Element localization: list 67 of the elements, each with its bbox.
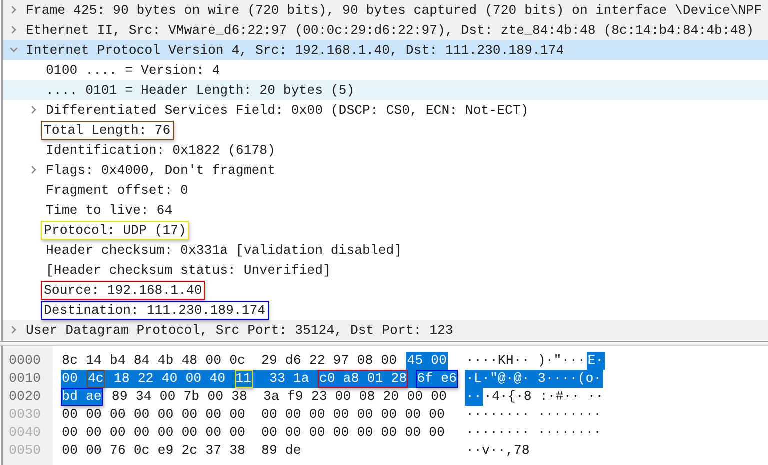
hex-bytes: 18 22 40 00 40 bbox=[112, 370, 227, 388]
tree-row[interactable]: Flags: 0x4000, Don't fragment bbox=[3, 160, 768, 180]
hex-bytes: 00 bbox=[61, 370, 79, 388]
offset-label: 0050 bbox=[9, 442, 42, 460]
hex-bytes: 33 1a bbox=[268, 370, 310, 388]
selection-highlight bbox=[408, 370, 416, 388]
tree-row[interactable]: 0100 .... = Version: 4 bbox=[3, 60, 768, 80]
tree-row[interactable]: Fragment offset: 0 bbox=[3, 180, 768, 200]
tree-row[interactable]: Internet Protocol Version 4, Src: 192.168.1.40, Dst: 111.230.189.174 bbox=[3, 40, 768, 60]
field-label: .... 0101 = Header Length: 20 bytes (5) bbox=[45, 82, 356, 100]
tree-row[interactable]: Time to live: 64 bbox=[3, 200, 768, 220]
hex-bytes: 11 bbox=[234, 370, 253, 388]
field-label: Flags: 0x4000, Don't fragment bbox=[45, 162, 276, 180]
field-label: Source: 192.168.1.40 bbox=[41, 280, 206, 300]
ascii-text: ········ ········ bbox=[465, 424, 603, 442]
field-label: 0100 .... = Version: 4 bbox=[45, 62, 222, 80]
field-label: Time to live: 64 bbox=[45, 202, 174, 220]
tree-row[interactable]: .... 0101 = Header Length: 20 bytes (5) bbox=[3, 80, 768, 100]
field-label: Differentiated Services Field: 0x00 (DSCP: CS0, ECN: Not-ECT) bbox=[45, 102, 530, 120]
ascii-text: E· bbox=[586, 352, 605, 370]
hex-bytes: 00 00 76 0c e9 2c 37 38 89 de bbox=[61, 442, 302, 460]
tree-row[interactable]: Protocol: UDP (17) bbox=[3, 220, 768, 240]
ascii-text: ·L·"@·@· 3····(o· bbox=[465, 370, 603, 388]
chevron-right-icon[interactable] bbox=[10, 6, 18, 14]
field-label: Destination: 111.230.189.174 bbox=[41, 300, 269, 320]
hex-bytes: 6f e6 bbox=[416, 370, 458, 388]
field-label: Header checksum: 0x331a [validation disabled] bbox=[45, 242, 404, 260]
tree-row[interactable]: Differentiated Services Field: 0x00 (DSCP: CS0, ECN: Not-ECT) bbox=[3, 100, 768, 120]
tree-row[interactable]: Identification: 0x1822 (6178) bbox=[3, 140, 768, 160]
ascii-text: ········ ········ bbox=[465, 406, 603, 424]
offset-label: 0020 bbox=[9, 388, 42, 406]
offset-label: 0010 bbox=[9, 370, 42, 388]
field-label: [Header checksum status: Unverified] bbox=[45, 262, 332, 280]
field-label: Internet Protocol Version 4, Src: 192.168.1.40, Dst: 111.230.189.174 bbox=[25, 42, 566, 60]
hex-bytes: bd ae bbox=[61, 388, 103, 406]
field-label: User Datagram Protocol, Src Port: 35124, Dst Port: 123 bbox=[25, 322, 454, 340]
field-label: Fragment offset: 0 bbox=[45, 182, 190, 200]
ascii-text: ·· bbox=[465, 388, 483, 406]
ascii-text: ····KH·· )·"··· bbox=[465, 352, 587, 370]
offset-label: 0040 bbox=[9, 424, 42, 442]
hex-bytes: 89 34 00 7b 00 38 3a f9 23 00 08 20 00 00 bbox=[110, 388, 448, 406]
hex-bytes: 4c bbox=[86, 370, 105, 388]
field-label: Identification: 0x1822 (6178) bbox=[45, 142, 276, 160]
hex-bytes: 8c 14 b4 84 4b 48 00 0c 29 d6 22 97 08 00 bbox=[61, 352, 398, 370]
hex-bytes: 00 00 00 00 00 00 00 00 00 00 00 00 00 00 00 00 bbox=[61, 406, 446, 424]
tree-row[interactable]: Source: 192.168.1.40 bbox=[3, 280, 768, 300]
field-label: Total Length: 76 bbox=[41, 120, 174, 140]
hex-bytes: c0 a8 01 28 bbox=[318, 370, 408, 388]
chevron-right-icon[interactable] bbox=[10, 326, 18, 334]
tree-row[interactable]: Header checksum: 0x331a [validation disabled] bbox=[3, 240, 768, 260]
chevron-right-icon[interactable] bbox=[30, 106, 38, 114]
offset-label: 0030 bbox=[9, 406, 42, 424]
chevron-right-icon[interactable] bbox=[30, 166, 38, 174]
tree-row[interactable]: Total Length: 76 bbox=[3, 120, 768, 140]
selection-highlight bbox=[252, 370, 268, 388]
chevron-right-icon[interactable] bbox=[10, 26, 18, 34]
selection-highlight bbox=[310, 370, 318, 388]
field-label: Protocol: UDP (17) bbox=[41, 220, 190, 240]
hex-bytes: 45 00 bbox=[406, 352, 448, 370]
tree-row[interactable]: [Header checksum status: Unverified] bbox=[3, 260, 768, 280]
tree-row[interactable]: User Datagram Protocol, Src Port: 35124, Dst Port: 123 bbox=[3, 320, 768, 340]
ascii-text: ··v··,78 bbox=[465, 442, 531, 460]
chevron-down-icon[interactable] bbox=[10, 46, 18, 54]
ascii-text: ·4·{·8 :·#·· ·· bbox=[482, 388, 605, 406]
tree-row[interactable]: Destination: 111.230.189.174 bbox=[3, 300, 768, 320]
hex-bytes: 00 00 00 00 00 00 00 00 00 00 00 00 00 00 00 00 bbox=[61, 424, 446, 442]
offset-label: 0000 bbox=[9, 352, 42, 370]
